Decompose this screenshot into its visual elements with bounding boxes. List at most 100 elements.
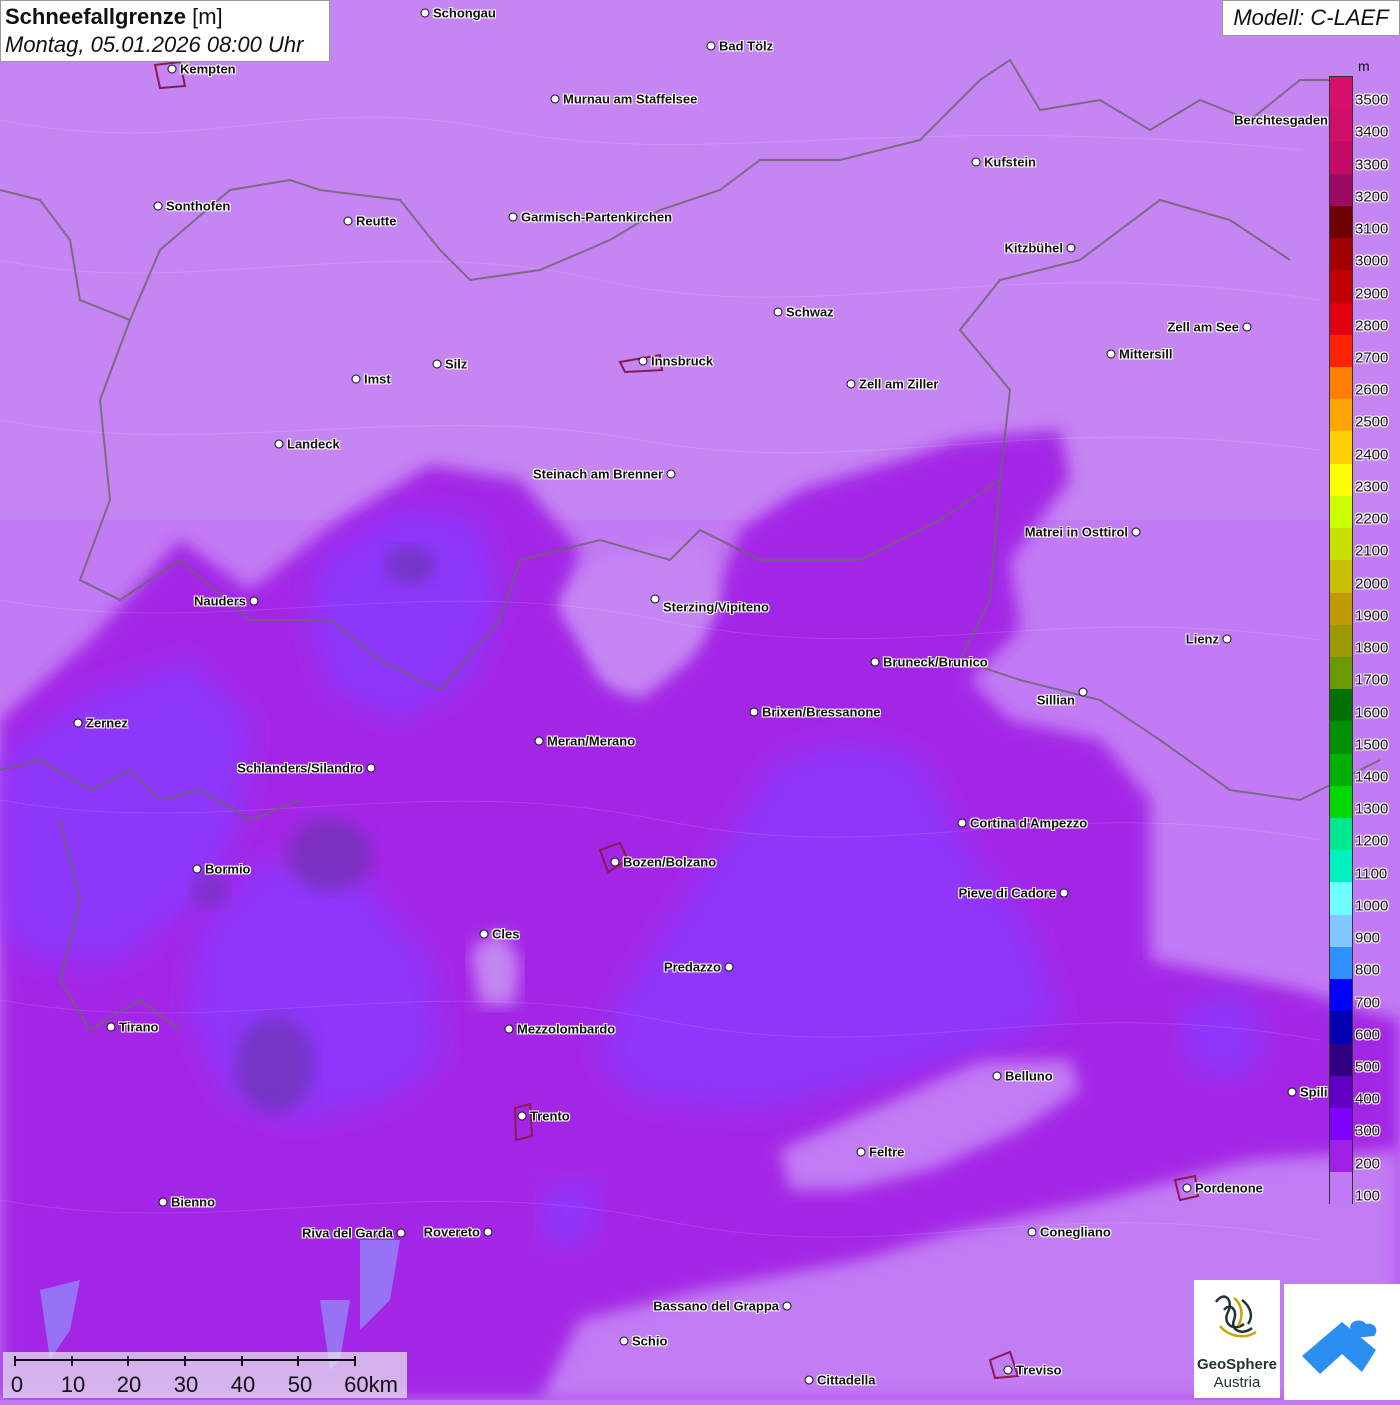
city-marker-icon — [396, 1228, 406, 1238]
legend-swatch — [1330, 818, 1352, 851]
city-label: Predazzo — [663, 959, 721, 975]
legend-label: 500 — [1355, 1058, 1381, 1076]
city-marker-icon — [1287, 1087, 1297, 1097]
legend-label: 600 — [1355, 1026, 1381, 1044]
city-label: Mezzolombardo — [517, 1021, 616, 1037]
city-label: Riva del Garda — [301, 1225, 393, 1241]
city-label: Imst — [364, 371, 391, 387]
city-label: Conegliano — [1040, 1224, 1111, 1240]
legend-swatch — [1330, 979, 1352, 1012]
city-label: Berchtesgaden — [1234, 112, 1328, 128]
city-marker-icon — [504, 1024, 514, 1034]
city-marker-icon — [366, 763, 376, 773]
legend-label: 900 — [1355, 929, 1381, 947]
city-label: Bienno — [171, 1194, 216, 1210]
legend-label: 3000 — [1355, 252, 1389, 270]
legend-label: 3100 — [1355, 220, 1389, 238]
legend-swatch — [1330, 1011, 1352, 1044]
city-label: Tirano — [119, 1019, 159, 1035]
city-label: Schongau — [433, 5, 496, 21]
legend-label: 1800 — [1355, 639, 1389, 657]
legend-swatch — [1330, 592, 1352, 625]
legend-swatch — [1330, 624, 1352, 657]
city-label: Feltre — [869, 1144, 905, 1160]
city-marker-icon — [343, 216, 353, 226]
legend-label: 1900 — [1355, 607, 1389, 625]
scale-bar-label: 40 — [230, 1372, 256, 1397]
city-label: Kitzbühel — [1004, 240, 1064, 256]
city-marker-icon — [804, 1375, 814, 1385]
legend-swatch — [1330, 1172, 1352, 1205]
north-lighter-field — [0, 0, 1400, 520]
city-label: Meran/Merano — [547, 733, 636, 749]
legend-label: 2900 — [1355, 285, 1389, 303]
legend-swatch — [1330, 1108, 1352, 1141]
scale-bar-label: 10 — [60, 1372, 86, 1397]
city-marker-icon — [782, 1301, 792, 1311]
city-marker-icon — [1027, 1227, 1037, 1237]
city-label: Kempten — [180, 61, 236, 77]
city-label: Schwaz — [786, 304, 834, 320]
legend-label: 2400 — [1355, 446, 1389, 464]
geosphere-logo-line1: GeoSphere — [1196, 1356, 1278, 1373]
legend-swatch — [1330, 785, 1352, 819]
city-label: Reutte — [356, 213, 397, 229]
city-label: Belluno — [1005, 1068, 1053, 1084]
city-marker-icon — [1059, 888, 1069, 898]
city-marker-icon — [1003, 1365, 1013, 1375]
city-label: Bormio — [205, 861, 251, 877]
legend-swatch — [1330, 721, 1352, 754]
geosphere-logo-line2: Austria — [1213, 1374, 1261, 1391]
legend-label: 1300 — [1355, 800, 1389, 818]
city-label: Pieve di Cadore — [958, 885, 1056, 901]
legend-swatch — [1330, 141, 1352, 174]
legend-label: 2000 — [1355, 575, 1389, 593]
city-label: Zell am See — [1167, 319, 1239, 335]
city-marker-icon — [724, 962, 734, 972]
city-marker-icon — [650, 594, 660, 604]
cloud-arrow-icon — [1302, 1320, 1377, 1374]
geosphere-emblem-icon — [1214, 1295, 1257, 1338]
legend-label: 400 — [1355, 1090, 1381, 1108]
legend-swatch — [1330, 689, 1352, 722]
city-label: Garmisch-Partenkirchen — [521, 209, 673, 225]
legend-label: 2100 — [1355, 542, 1389, 560]
city-label: Murnau am Staffelsee — [563, 91, 698, 107]
city-marker-icon — [106, 1022, 116, 1032]
city-marker-icon — [1182, 1183, 1192, 1193]
city-marker-icon — [158, 1197, 168, 1207]
legend-label: 1500 — [1355, 736, 1389, 754]
legend-swatch — [1330, 850, 1352, 883]
title-panel: Schneefallgrenze [m] Montag, 05.01.2026 … — [0, 0, 330, 62]
city-label: Treviso — [1016, 1362, 1062, 1378]
app-logo[interactable] — [1284, 1284, 1400, 1400]
city-label: Silz — [445, 356, 468, 372]
city-marker-icon — [508, 212, 518, 222]
legend-label: 2500 — [1355, 413, 1389, 431]
legend-label: 1100 — [1355, 865, 1388, 883]
city-label: Cles — [492, 926, 520, 942]
city-marker-icon — [274, 439, 284, 449]
city-marker-icon — [749, 707, 759, 717]
legend-swatch — [1330, 77, 1352, 110]
city-label: Landeck — [287, 436, 340, 452]
city-label: Steinach am Brenner — [532, 466, 663, 482]
legend-label: 1600 — [1355, 704, 1389, 721]
city-marker-icon — [773, 307, 783, 317]
city-label: Sonthofen — [166, 198, 231, 214]
legend-label: 2700 — [1355, 349, 1389, 367]
city-label: Trento — [530, 1108, 570, 1124]
city-label: Pordenone — [1195, 1180, 1263, 1196]
legend-label: 1400 — [1355, 768, 1389, 786]
city-marker-icon — [1131, 527, 1141, 537]
legend-swatch — [1330, 399, 1352, 432]
zone-400m-d — [192, 872, 228, 908]
legend-swatch — [1330, 302, 1352, 335]
city-marker-icon — [957, 818, 967, 828]
legend-swatch — [1330, 109, 1352, 142]
city-marker-icon — [971, 157, 981, 167]
zone-400m-b — [288, 819, 372, 891]
city-marker-icon — [1222, 634, 1232, 644]
city-label: Zernez — [86, 715, 128, 731]
city-marker-icon — [517, 1111, 527, 1121]
